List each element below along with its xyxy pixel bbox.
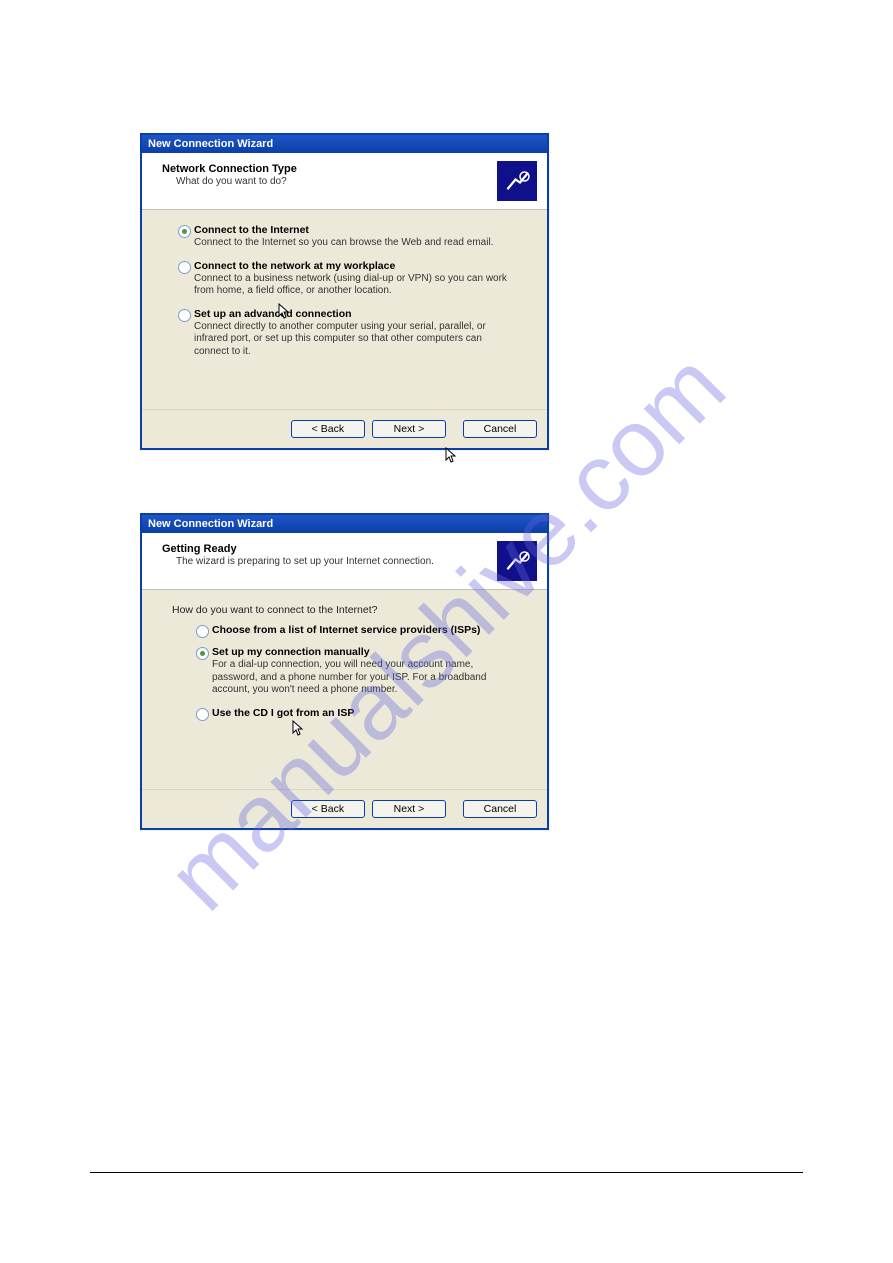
dialog-titlebar: New Connection Wizard [142,515,547,533]
dialog-titlebar: New Connection Wizard [142,135,547,153]
dialog-button-row: < Back Next > Cancel [142,409,547,448]
option-label: Set up my connection manually [212,646,523,658]
dialog-header: Network Connection Type What do you want… [142,153,547,210]
option-label: Choose from a list of Internet service p… [212,624,523,636]
option-label: Connect to the network at my workplace [194,260,523,272]
next-button[interactable]: Next > [372,800,446,818]
option-label: Use the CD I got from an ISP [212,707,523,719]
dialog-header-text: Getting Ready The wizard is preparing to… [162,541,434,567]
back-button[interactable]: < Back [291,420,365,438]
body-question: How do you want to connect to the Intern… [172,604,523,616]
radio-option-advanced-connection[interactable]: Set up an advanced connection Connect di… [178,308,523,359]
radio-icon [196,708,209,721]
radio-icon [178,261,191,274]
cursor-icon [292,720,304,738]
option-description: Connect to a business network (using dia… [194,273,523,298]
radio-icon [196,647,209,660]
dialog-header-subtitle: What do you want to do? [162,176,297,187]
dialog-header: Getting Ready The wizard is preparing to… [142,533,547,590]
wizard-icon [497,161,537,201]
wizard-icon [497,541,537,581]
cancel-button[interactable]: Cancel [463,420,537,438]
radio-icon [178,309,191,322]
dialog-header-text: Network Connection Type What do you want… [162,161,297,187]
cancel-button[interactable]: Cancel [463,800,537,818]
dialog-body: How do you want to connect to the Intern… [142,590,547,789]
next-button[interactable]: Next > [372,420,446,438]
dialog-button-row: < Back Next > Cancel [142,789,547,828]
radio-option-use-cd[interactable]: Use the CD I got from an ISP [178,707,523,719]
back-button[interactable]: < Back [291,800,365,818]
radio-option-connect-workplace[interactable]: Connect to the network at my workplace C… [178,260,523,298]
dialog-header-title: Getting Ready [162,543,434,555]
radio-option-setup-manually[interactable]: Set up my connection manually For a dial… [178,646,523,697]
wizard-dialog-getting-ready: New Connection Wizard Getting Ready The … [140,513,549,830]
option-description: For a dial-up connection, you will need … [212,659,523,697]
option-description: Connect to the Internet so you can brows… [194,237,523,250]
radio-option-choose-isp-list[interactable]: Choose from a list of Internet service p… [178,624,523,636]
footer-divider [90,1172,803,1173]
radio-icon [178,225,191,238]
option-label: Connect to the Internet [194,224,523,236]
option-description: Connect directly to another computer usi… [194,321,523,359]
radio-option-connect-internet[interactable]: Connect to the Internet Connect to the I… [178,224,523,250]
document-page: New Connection Wizard Network Connection… [0,0,893,830]
option-label: Set up an advanced connection [194,308,523,320]
dialog-header-title: Network Connection Type [162,163,297,175]
wizard-dialog-connection-type: New Connection Wizard Network Connection… [140,133,549,450]
dialog-header-subtitle: The wizard is preparing to set up your I… [162,556,434,567]
radio-icon [196,625,209,638]
dialog-body: Connect to the Internet Connect to the I… [142,210,547,409]
